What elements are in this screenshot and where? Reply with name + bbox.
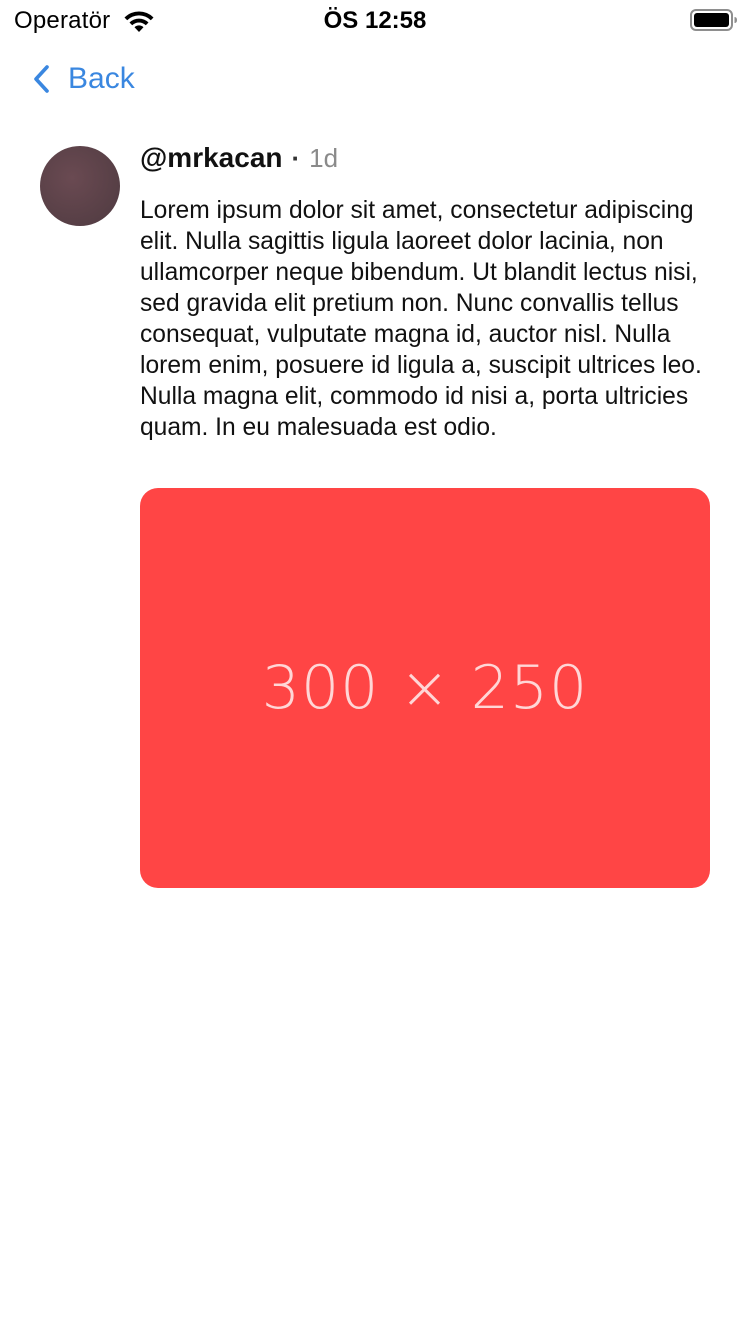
post-media-image[interactable]: 300 × 250 <box>140 488 710 888</box>
media-placeholder-label: 300 × 250 <box>261 653 589 723</box>
post-detail-screen: Operatör ÖS 12:58 Back @mrkacan · 1d Lor… <box>0 0 750 1334</box>
avatar[interactable] <box>40 146 120 226</box>
battery-icon <box>690 9 737 31</box>
username[interactable]: @mrkacan <box>140 142 283 174</box>
back-label: Back <box>68 62 135 95</box>
post-body-text: Lorem ipsum dolor sit amet, consectetur … <box>140 197 702 441</box>
post-header: @mrkacan · 1d <box>140 142 338 184</box>
separator-dot: · <box>291 143 301 173</box>
status-bar: Operatör ÖS 12:58 <box>0 0 750 40</box>
back-button[interactable]: Back <box>32 56 135 102</box>
status-time: ÖS 12:58 <box>323 7 427 34</box>
chevron-left-icon <box>34 65 49 93</box>
post-timestamp: 1d <box>309 143 339 173</box>
